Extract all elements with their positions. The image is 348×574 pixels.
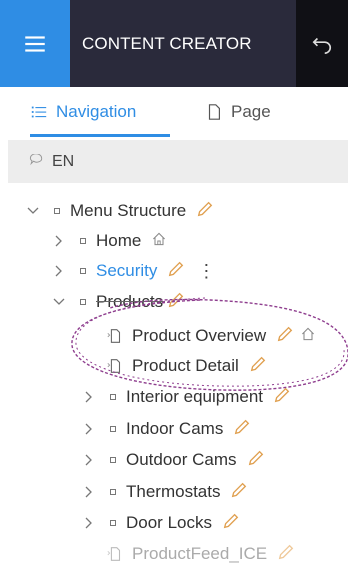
tab-navigation-label: Navigation — [56, 102, 137, 121]
edit-icon[interactable] — [196, 200, 214, 223]
tab-navigation[interactable]: Navigation — [30, 87, 170, 137]
page-icon — [106, 545, 124, 563]
edit-icon[interactable] — [249, 355, 267, 378]
node-icon — [110, 394, 116, 400]
tree-item-outdoor-cams[interactable]: Outdoor Cams — [0, 445, 348, 475]
tree-item-label: Home — [96, 231, 142, 250]
tree-item-door-locks[interactable]: Door Locks — [0, 508, 348, 538]
tree-item-label: Security — [96, 261, 158, 280]
tree-item-product-overview[interactable]: Product Overview — [0, 321, 348, 351]
chevron-right-icon[interactable] — [82, 485, 96, 499]
tree-item-label: Door Locks — [126, 513, 212, 532]
tree-item-label: Products — [96, 292, 164, 311]
node-icon — [80, 238, 86, 244]
chevron-right-icon[interactable] — [82, 516, 96, 530]
undo-icon — [312, 37, 331, 54]
edit-icon[interactable] — [233, 418, 251, 441]
chevron-down-icon[interactable] — [52, 295, 66, 309]
tree-item-product-detail[interactable]: Product Detail — [0, 351, 348, 381]
chevron-right-icon[interactable] — [52, 234, 66, 248]
tree-item-indoor-cams[interactable]: Indoor Cams — [0, 414, 348, 444]
node-icon — [80, 268, 86, 274]
edit-icon[interactable] — [247, 449, 265, 472]
tree-item-label: Thermostats — [126, 482, 221, 501]
page-icon — [106, 327, 124, 345]
list-icon — [31, 106, 47, 118]
language-selector[interactable]: EN — [8, 140, 348, 183]
node-icon — [110, 426, 116, 432]
hamburger-icon — [25, 35, 45, 52]
page-icon — [106, 357, 124, 375]
edit-icon[interactable] — [167, 291, 185, 314]
speech-bubble-icon — [29, 153, 43, 165]
tab-page-label: Page — [231, 102, 271, 121]
language-label: EN — [52, 152, 75, 170]
tree-item-interior-equipment[interactable]: Interior equipment — [0, 382, 348, 412]
top-bar: CONTENT CREATOR — [0, 0, 348, 87]
menu-button[interactable] — [0, 0, 70, 87]
tree-item-home[interactable]: Home — [0, 226, 348, 256]
node-icon — [54, 208, 60, 214]
edit-icon[interactable] — [222, 512, 240, 535]
tree-item-label: Outdoor Cams — [126, 450, 237, 469]
home-icon — [300, 326, 316, 347]
tab-page[interactable]: Page — [205, 87, 271, 137]
chevron-right-icon[interactable] — [82, 390, 96, 404]
tree-item-productfeed-ice[interactable]: ProductFeed_ICE — [0, 539, 348, 569]
edit-icon[interactable] — [230, 481, 248, 504]
node-icon — [110, 457, 116, 463]
sidebar-tabs: Navigation Page — [0, 87, 348, 137]
document-icon — [208, 104, 220, 120]
tree-item-label: Interior equipment — [126, 387, 264, 406]
tree-item-menu-structure[interactable]: Menu Structure — [0, 196, 348, 226]
more-menu-icon[interactable]: ⋮ — [197, 262, 215, 280]
tree-item-thermostats[interactable]: Thermostats — [0, 477, 348, 507]
node-icon — [110, 520, 116, 526]
tree-item-label: Indoor Cams — [126, 419, 224, 438]
chevron-right-icon[interactable] — [52, 264, 66, 278]
undo-button[interactable] — [296, 0, 348, 87]
chevron-right-icon[interactable] — [82, 453, 96, 467]
tree-item-label: Menu Structure — [70, 201, 187, 220]
tree-item-products[interactable]: Products — [0, 287, 348, 317]
home-icon — [151, 231, 167, 252]
tree-item-label: Product Overview — [132, 326, 267, 345]
edit-icon[interactable] — [167, 260, 185, 283]
edit-icon[interactable] — [277, 543, 295, 566]
tree-item-label: Product Detail — [132, 356, 239, 375]
chevron-down-icon[interactable] — [26, 204, 40, 218]
edit-icon[interactable] — [273, 386, 291, 409]
app-title: CONTENT CREATOR — [70, 0, 296, 87]
edit-icon[interactable] — [276, 325, 294, 348]
active-tab-indicator — [30, 134, 170, 137]
node-icon — [110, 489, 116, 495]
node-icon — [80, 299, 86, 305]
tree-item-security[interactable]: Security ⋮ — [0, 256, 348, 286]
tree-item-label: ProductFeed_ICE — [132, 544, 268, 563]
chevron-right-icon[interactable] — [82, 422, 96, 436]
